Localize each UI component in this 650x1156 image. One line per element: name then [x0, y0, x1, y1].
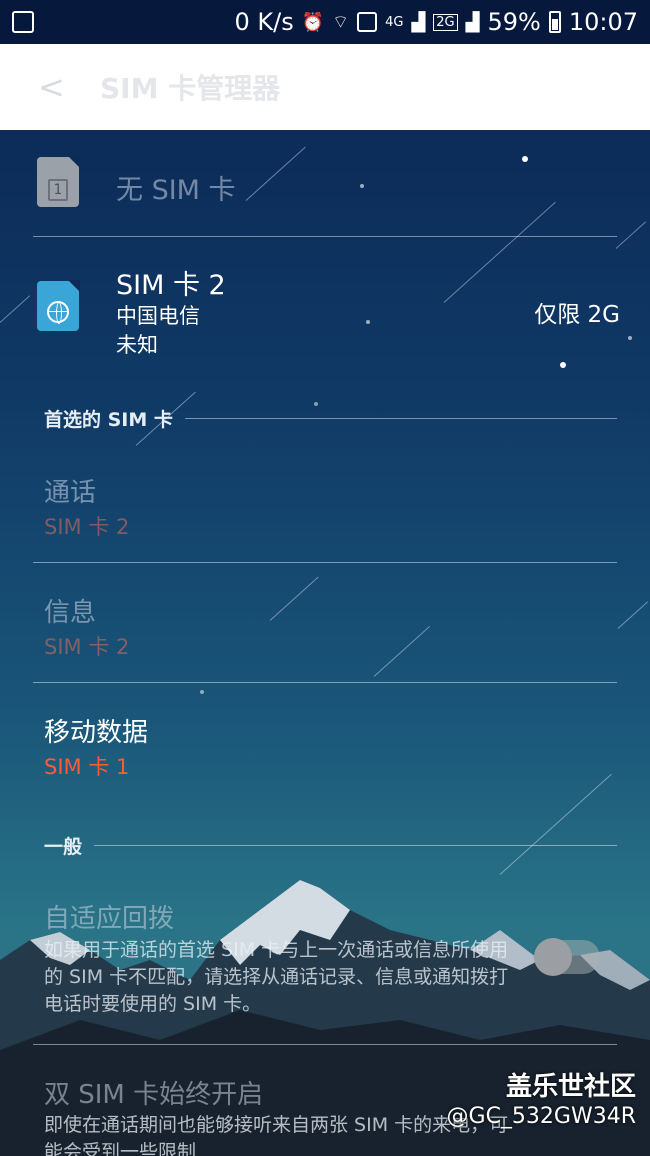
network-type-2g: 2G: [433, 13, 458, 31]
wifi-icon: ⌔: [332, 11, 350, 33]
sim-slot-number: 1: [48, 179, 68, 201]
call-value: SIM 卡 2: [44, 515, 130, 539]
network-type-4g: 4G: [385, 14, 404, 30]
network-speed: 0 K/s: [234, 8, 294, 36]
watermark-community: 盖乐世社区: [505, 1072, 636, 1102]
section-header-general: 一般: [44, 832, 617, 859]
message-title: 信息: [44, 598, 97, 628]
app-bar: < SIM 卡管理器: [0, 44, 650, 130]
browser-icon: [357, 12, 378, 32]
page-title: SIM 卡管理器: [100, 72, 281, 105]
divider: [33, 682, 617, 683]
meteor-streak: [373, 625, 431, 677]
call-title: 通话: [44, 478, 97, 508]
sim-card-1-row[interactable]: 1 无 SIM 卡: [0, 130, 650, 236]
mobile-data-value: SIM 卡 1: [44, 755, 130, 779]
sim-card-icon: [37, 280, 80, 331]
dual-sim-description: 即使在通话期间也能够接听来自两张 SIM 卡的来电，可能会受到一些限制: [44, 1114, 509, 1156]
section-header-preferred: 首选的 SIM 卡: [44, 405, 617, 432]
sim-card-2-carrier: 中国电信: [116, 304, 200, 328]
star: [200, 690, 204, 694]
message-value: SIM 卡 2: [44, 635, 130, 659]
signal-icon-2: ▟: [465, 11, 480, 33]
battery-icon: [548, 11, 561, 33]
divider: [94, 845, 617, 846]
globe-icon: [47, 301, 69, 324]
signal-icon: ▟: [411, 11, 426, 33]
sim-card-2-status: 未知: [116, 333, 158, 357]
meteor-streak: [499, 773, 612, 875]
divider: [33, 562, 617, 563]
toggle-knob: [534, 938, 572, 976]
adaptive-callback-title: 自适应回拨: [44, 904, 175, 934]
sim-card-1-name: 无 SIM 卡: [116, 175, 236, 206]
sim-card-2-row[interactable]: SIM 卡 2 中国电信 未知 仅限 2G: [0, 237, 650, 367]
watermark-user: @GC_532GW34R: [446, 1104, 636, 1129]
sim-card-2-network-mode[interactable]: 仅限 2G: [534, 295, 620, 329]
adaptive-callback-toggle[interactable]: [534, 938, 600, 976]
dual-sim-title: 双 SIM 卡始终开启: [44, 1080, 264, 1110]
alarm-icon: ⏰: [301, 11, 325, 33]
section-header-label: 一般: [44, 836, 83, 858]
clock: 10:07: [568, 8, 638, 36]
notification-icon: [12, 11, 34, 33]
adaptive-callback-description: 如果用于通话的首选 SIM 卡与上一次通话或信息所使用的 SIM 卡不匹配，请选…: [44, 939, 509, 1015]
divider: [33, 1044, 617, 1045]
meteor-streak: [269, 576, 319, 621]
divider: [184, 418, 617, 419]
meteor-streak: [617, 601, 649, 629]
section-header-label: 首选的 SIM 卡: [44, 409, 173, 431]
sim-card-2-name: SIM 卡 2: [116, 270, 226, 301]
mobile-data-title: 移动数据: [44, 718, 149, 748]
sim-card-icon: 1: [37, 156, 80, 207]
battery-percent: 59%: [487, 8, 541, 36]
back-button[interactable]: <: [38, 68, 78, 106]
status-bar: 0 K/s ⏰ ⌔ 4G ▟ 2G ▟ 59% 10:07: [0, 0, 650, 44]
